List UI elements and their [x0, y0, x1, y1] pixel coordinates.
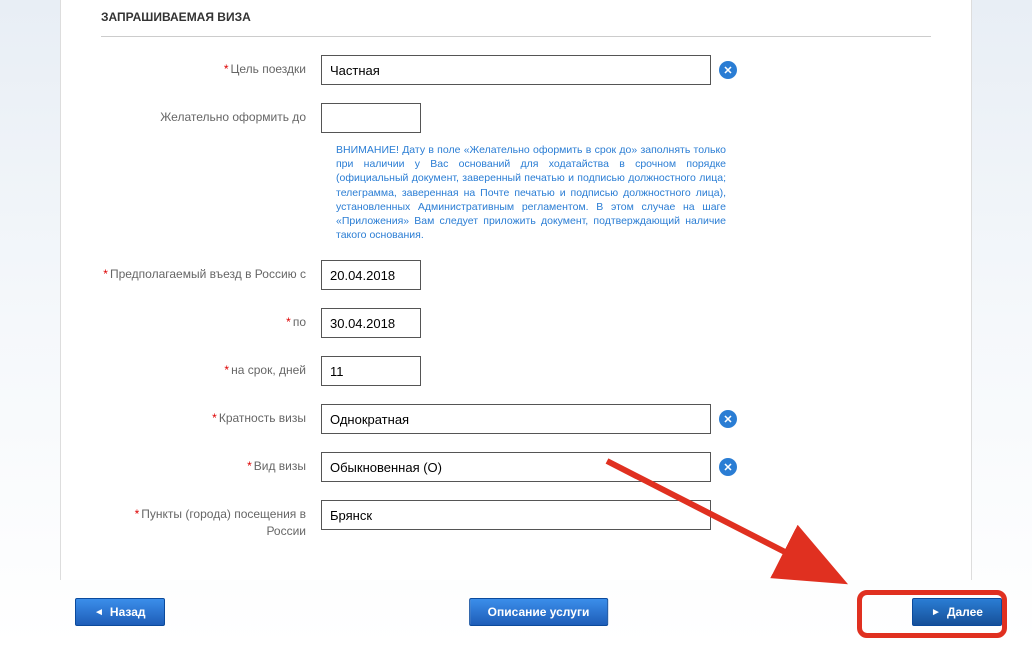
row-cities: *Пункты (города) посещения в России [101, 500, 931, 540]
button-bar: ◄ Назад Описание услуги ► Далее [75, 598, 1002, 626]
label-entry-to: *по [101, 308, 321, 331]
clear-icon[interactable]: ✕ [719, 458, 737, 476]
row-duration: *на срок, дней [101, 356, 931, 386]
input-entry-to[interactable] [321, 308, 421, 338]
input-deadline[interactable] [321, 103, 421, 133]
label-entry-from: *Предполагаемый въезд в Россию с [101, 260, 321, 283]
row-entry-from: *Предполагаемый въезд в Россию с [101, 260, 931, 290]
row-visa-type: *Вид визы ✕ [101, 452, 931, 482]
label-duration: *на срок, дней [101, 356, 321, 379]
input-multiplicity[interactable] [321, 404, 711, 434]
hint-text: ВНИМАНИЕ! Дату в поле «Желательно оформи… [336, 143, 726, 242]
clear-icon[interactable]: ✕ [719, 410, 737, 428]
section-title: ЗАПРАШИВАЕМАЯ ВИЗА [101, 10, 931, 37]
back-button[interactable]: ◄ Назад [75, 598, 165, 626]
describe-button[interactable]: Описание услуги [469, 598, 609, 626]
label-deadline: Желательно оформить до [101, 103, 321, 126]
row-entry-to: *по [101, 308, 931, 338]
row-purpose: *Цель поездки ✕ [101, 55, 931, 85]
label-cities: *Пункты (города) посещения в России [101, 500, 321, 540]
input-visa-type[interactable] [321, 452, 711, 482]
input-duration[interactable] [321, 356, 421, 386]
input-purpose[interactable] [321, 55, 711, 85]
label-purpose: *Цель поездки [101, 55, 321, 78]
chevron-right-icon: ► [931, 607, 941, 618]
row-multiplicity: *Кратность визы ✕ [101, 404, 931, 434]
clear-icon[interactable]: ✕ [719, 61, 737, 79]
chevron-left-icon: ◄ [94, 607, 104, 618]
label-visa-type: *Вид визы [101, 452, 321, 475]
row-deadline: Желательно оформить до [101, 103, 931, 133]
label-multiplicity: *Кратность визы [101, 404, 321, 427]
form-container: ЗАПРАШИВАЕМАЯ ВИЗА *Цель поездки ✕ Желат… [60, 0, 972, 580]
input-entry-from[interactable] [321, 260, 421, 290]
next-button[interactable]: ► Далее [912, 598, 1002, 626]
input-cities[interactable] [321, 500, 711, 530]
